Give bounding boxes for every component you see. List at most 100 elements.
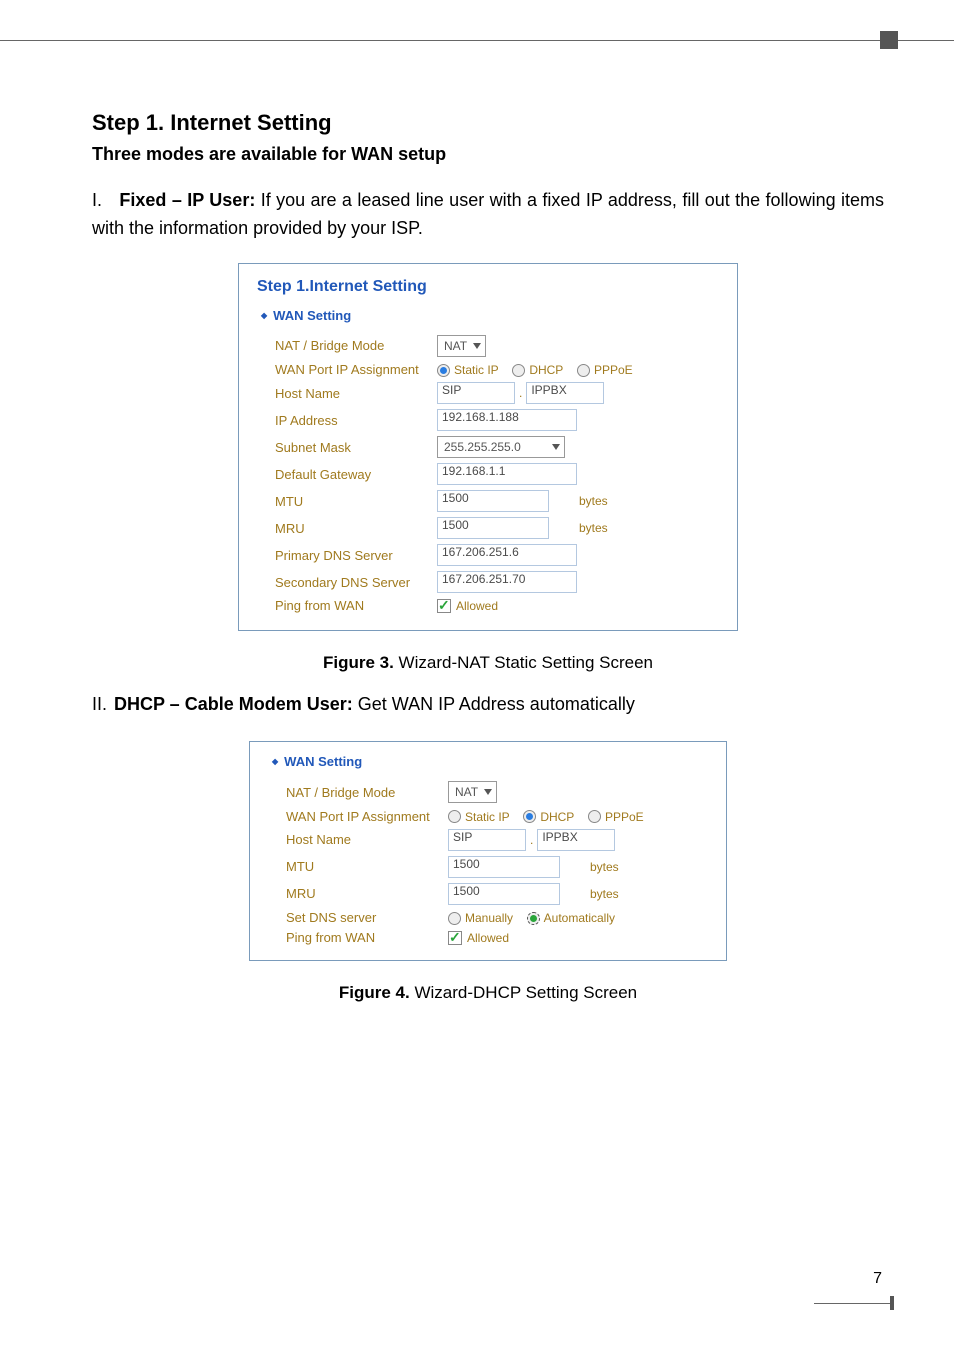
label-secondary-dns: Secondary DNS Server <box>275 575 437 590</box>
ping2-checkbox[interactable] <box>448 931 462 945</box>
radio-pppoe[interactable] <box>577 364 590 377</box>
radio2-pppoe-label: PPPoE <box>605 810 644 824</box>
row-ip-address: IP Address 192.168.1.188 <box>257 409 723 431</box>
label-mru: MRU <box>275 521 437 536</box>
corner-marker <box>880 31 898 49</box>
default-gateway-value: 192.168.1.1 <box>442 464 505 478</box>
label-mtu: MTU <box>275 494 437 509</box>
row-mtu: MTU 1500 bytes <box>257 490 723 512</box>
label-wan-assignment: WAN Port IP Assignment <box>275 362 437 377</box>
list-item-2: II.DHCP – Cable Modem User: Get WAN IP A… <box>92 691 884 719</box>
label2-ping-wan: Ping from WAN <box>286 930 448 945</box>
mru2-input[interactable]: 1500 <box>448 883 560 905</box>
list-number-1: I. <box>92 187 114 215</box>
secondary-dns-input[interactable]: 167.206.251.70 <box>437 571 577 593</box>
figure-3-text: Wizard-NAT Static Setting Screen <box>394 653 653 672</box>
footer-tick <box>890 1296 894 1310</box>
list-item-2-label: DHCP – Cable Modem User: <box>114 694 353 714</box>
list-item-1: I. Fixed – IP User: If you are a leased … <box>92 187 884 243</box>
radio2-pppoe[interactable] <box>588 810 601 823</box>
radio-manual[interactable] <box>448 912 461 925</box>
ip-address-input[interactable]: 192.168.1.188 <box>437 409 577 431</box>
row-secondary-dns: Secondary DNS Server 167.206.251.70 <box>257 571 723 593</box>
ping-checkbox-label: Allowed <box>456 599 498 613</box>
list-item-1-label: Fixed – IP User: <box>119 190 255 210</box>
radio-manual-label: Manually <box>465 911 513 925</box>
host-input-1[interactable]: SIP <box>437 382 515 404</box>
header-rule <box>0 40 954 44</box>
label-host-name: Host Name <box>275 386 437 401</box>
label2-wan-assignment: WAN Port IP Assignment <box>286 809 448 824</box>
row2-host-name: Host Name SIP . IPPBX <box>268 829 712 851</box>
nat-mode-value: NAT <box>444 339 467 353</box>
row2-wan-assignment: WAN Port IP Assignment Static IP DHCP PP… <box>268 808 712 824</box>
row2-nat-mode: NAT / Bridge Mode NAT <box>268 781 712 803</box>
label-nat-mode: NAT / Bridge Mode <box>275 338 437 353</box>
nat-mode-2-value: NAT <box>455 785 478 799</box>
figure-4-text: Wizard-DHCP Setting Screen <box>410 983 637 1002</box>
label2-set-dns: Set DNS server <box>286 910 448 925</box>
mtu-input[interactable]: 1500 <box>437 490 549 512</box>
row-subnet-mask: Subnet Mask 255.255.255.0 <box>257 436 723 458</box>
mru-value: 1500 <box>442 518 469 532</box>
mru-input[interactable]: 1500 <box>437 517 549 539</box>
radio-dhcp[interactable] <box>512 364 525 377</box>
wan-assignment-radios: Static IP DHCP PPPoE <box>437 362 643 378</box>
mtu2-unit: bytes <box>590 860 619 874</box>
radio2-static-ip[interactable] <box>448 810 461 823</box>
ip-address-value: 192.168.1.188 <box>442 410 519 424</box>
row-nat-mode: NAT / Bridge Mode NAT <box>257 335 723 357</box>
figure-3-caption: Figure 3. Wizard-NAT Static Setting Scre… <box>92 653 884 673</box>
mtu-unit: bytes <box>579 494 608 508</box>
mtu-value: 1500 <box>442 491 469 505</box>
subnet-mask-value: 255.255.255.0 <box>444 440 521 454</box>
row-default-gateway: Default Gateway 192.168.1.1 <box>257 463 723 485</box>
primary-dns-input[interactable]: 167.206.251.6 <box>437 544 577 566</box>
label2-nat-mode: NAT / Bridge Mode <box>286 785 448 800</box>
row-primary-dns: Primary DNS Server 167.206.251.6 <box>257 544 723 566</box>
radio-pppoe-label: PPPoE <box>594 363 633 377</box>
label-ip-address: IP Address <box>275 413 437 428</box>
radio-static-ip[interactable] <box>437 364 450 377</box>
ping-checkbox[interactable] <box>437 599 451 613</box>
subnet-mask-select[interactable]: 255.255.255.0 <box>437 436 565 458</box>
page-number: 7 <box>873 1270 882 1288</box>
radio2-static-label: Static IP <box>465 810 510 824</box>
page-content: Step 1. Internet Setting Three modes are… <box>92 110 884 1021</box>
row2-ping-wan: Ping from WAN Allowed <box>268 930 712 945</box>
mru2-unit: bytes <box>590 887 619 901</box>
panel2-subtitle: WAN Setting <box>272 754 712 769</box>
dns-radios: Manually Automatically <box>448 910 625 926</box>
host2-input-1[interactable]: SIP <box>448 829 526 851</box>
row-wan-assignment: WAN Port IP Assignment Static IP DHCP PP… <box>257 362 723 378</box>
mtu2-input[interactable]: 1500 <box>448 856 560 878</box>
host-input-2[interactable]: IPPBX <box>526 382 604 404</box>
label-subnet-mask: Subnet Mask <box>275 440 437 455</box>
radio-auto-label: Automatically <box>544 911 615 925</box>
mtu2-value: 1500 <box>453 857 480 871</box>
default-gateway-input[interactable]: 192.168.1.1 <box>437 463 577 485</box>
host2-input-2[interactable]: IPPBX <box>537 829 615 851</box>
host-dot: . <box>519 386 522 400</box>
radio2-dhcp[interactable] <box>523 810 536 823</box>
host2-dot: . <box>530 833 533 847</box>
ping2-checkbox-label: Allowed <box>467 931 509 945</box>
nat-mode-select[interactable]: NAT <box>437 335 486 357</box>
mru-unit: bytes <box>579 521 608 535</box>
host2-input-1-value: SIP <box>453 830 472 844</box>
mru2-value: 1500 <box>453 884 480 898</box>
wizard-static-panel: Step 1.Internet Setting WAN Setting NAT … <box>238 263 738 632</box>
section-subhead: Three modes are available for WAN setup <box>92 144 884 165</box>
step-title: Step 1. Internet Setting <box>92 110 884 136</box>
radio-auto[interactable] <box>527 912 540 925</box>
label-ping-wan: Ping from WAN <box>275 598 437 613</box>
figure-4-label: Figure 4. <box>339 983 410 1002</box>
radio-dhcp-label: DHCP <box>529 363 563 377</box>
panel1-title: Step 1.Internet Setting <box>257 278 723 296</box>
label-default-gateway: Default Gateway <box>275 467 437 482</box>
row2-set-dns: Set DNS server Manually Automatically <box>268 910 712 926</box>
label2-mtu: MTU <box>286 859 448 874</box>
host-input-2-value: IPPBX <box>531 383 566 397</box>
nat-mode-select-2[interactable]: NAT <box>448 781 497 803</box>
list-number-2: II. <box>92 691 114 719</box>
